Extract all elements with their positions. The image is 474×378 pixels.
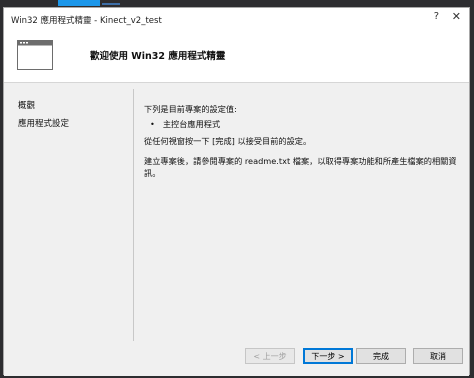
nav-item-app-settings[interactable]: 應用程式設定 bbox=[18, 117, 69, 129]
wizard-heading: 歡迎使用 Win32 應用程式精靈 bbox=[90, 51, 226, 62]
finish-button[interactable]: 完成 bbox=[356, 348, 406, 364]
prev-button[interactable]: < 上一步 bbox=[245, 348, 295, 364]
cancel-button[interactable]: 取消 bbox=[413, 348, 463, 364]
nav-item-overview[interactable]: 概觀 bbox=[18, 99, 69, 111]
setting-bullet: • 主控台應用程式 bbox=[150, 118, 220, 130]
readme-note: 建立專案後，請參閱專案的 readme.txt 檔案，以取得專案功能和所產生檔案… bbox=[144, 156, 457, 178]
window-title: Win32 應用程式精靈 - Kinect_v2_test bbox=[11, 16, 162, 26]
ide-active-tab[interactable] bbox=[58, 0, 100, 6]
wizard-header: 歡迎使用 Win32 應用程式精靈 bbox=[4, 30, 469, 83]
content-panel: 下列是目前專案的設定值: • 主控台應用程式 從任何視窗按一下 [完成] 以接受目… bbox=[133, 89, 463, 341]
bullet-dot: • bbox=[150, 119, 155, 129]
ide-tab-indicator bbox=[102, 3, 120, 5]
wizard-footer: < 上一步 下一步 > 完成 取消 bbox=[4, 341, 469, 376]
close-button[interactable]: ✕ bbox=[452, 10, 461, 23]
wizard-nav: 概觀 應用程式設定 bbox=[18, 99, 69, 135]
setting-value: 主控台應用程式 bbox=[162, 119, 221, 129]
window-icon bbox=[17, 40, 53, 70]
wizard-dialog: Win32 應用程式精靈 - Kinect_v2_test ? ✕ 歡迎使用 W… bbox=[3, 7, 470, 376]
next-button[interactable]: 下一步 > bbox=[303, 348, 353, 364]
wizard-body: 概觀 應用程式設定 下列是目前專案的設定值: • 主控台應用程式 從任何視窗按一下… bbox=[4, 83, 469, 341]
settings-intro: 下列是目前專案的設定值: bbox=[144, 104, 237, 114]
help-button[interactable]: ? bbox=[434, 11, 439, 22]
title-bar: Win32 應用程式精靈 - Kinect_v2_test ? ✕ bbox=[4, 8, 469, 30]
finish-instruction: 從任何視窗按一下 [完成] 以接受目前的設定。 bbox=[144, 136, 312, 146]
